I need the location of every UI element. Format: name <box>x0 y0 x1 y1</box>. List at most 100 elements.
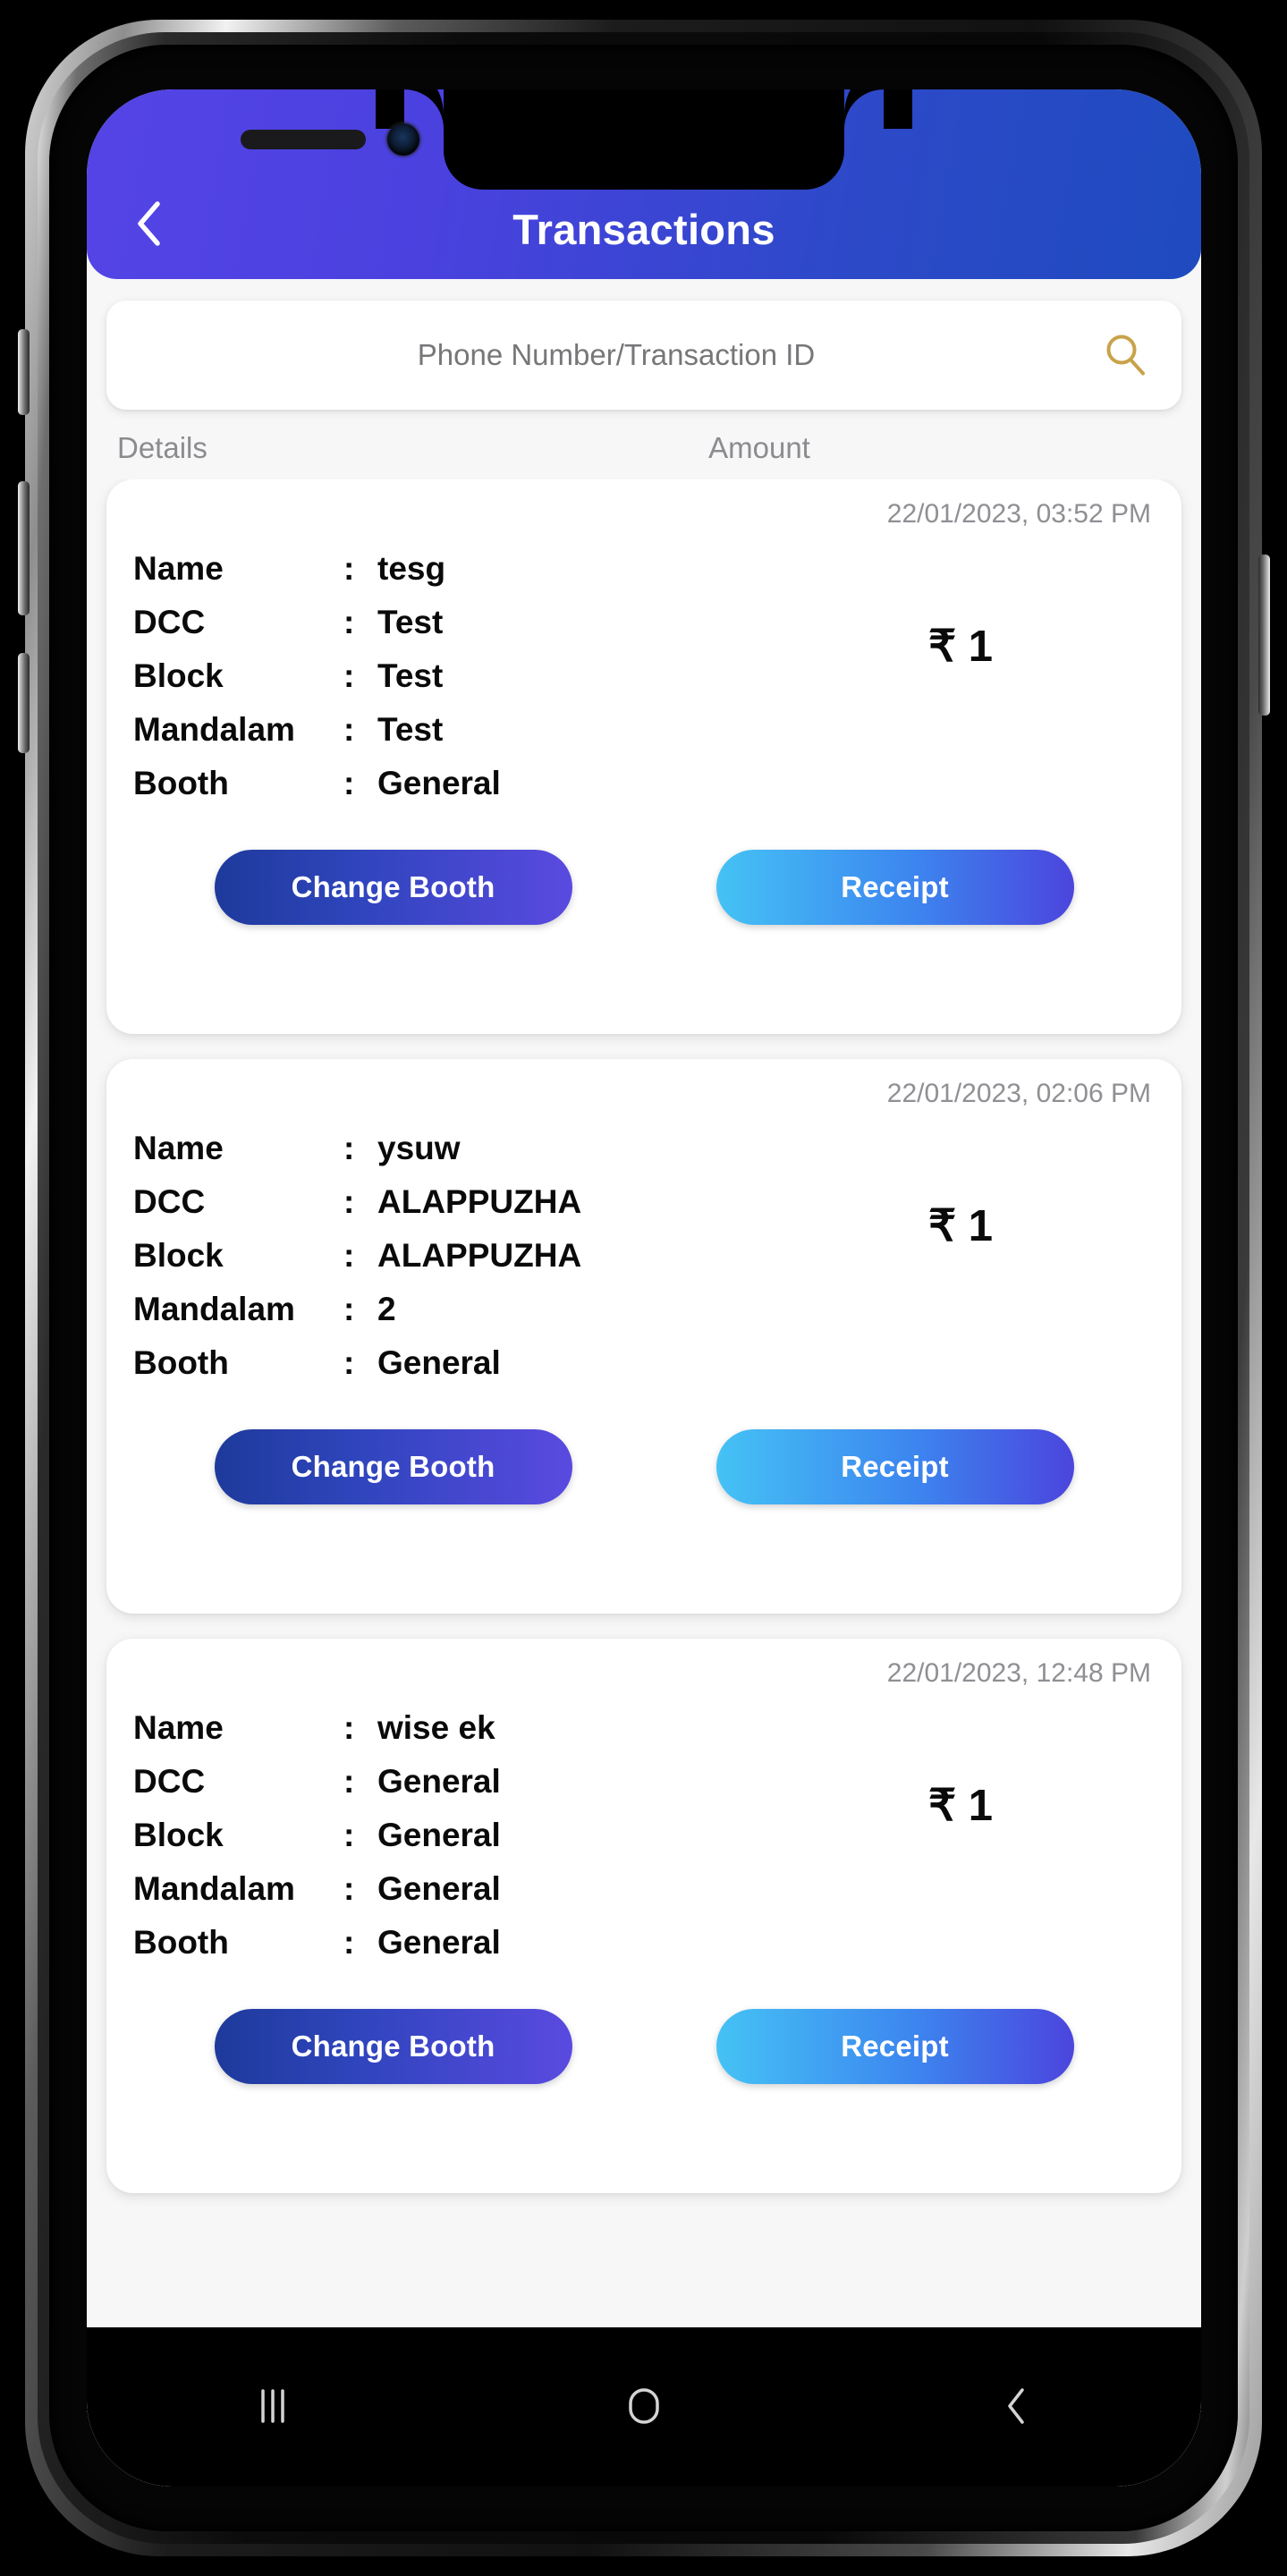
transaction-amount: ₹ 1 <box>927 623 994 671</box>
phone-mockup: Transactions Details Amount <box>0 0 1287 2576</box>
field-name: Name : tesg <box>133 542 766 596</box>
field-value-block: ALAPPUZHA <box>377 1236 582 1274</box>
field-mandalam: Mandalam : General <box>133 1862 766 1916</box>
field-colon: : <box>343 764 355 801</box>
back-button[interactable] <box>117 193 180 256</box>
field-colon: : <box>343 1130 355 1166</box>
transactions-screen: Transactions Details Amount <box>87 89 1201 2487</box>
field-label-name: Name <box>133 1709 224 1746</box>
table-row[interactable]: 22/01/2023, 02:06 PM Name : ysuw DCC : A… <box>106 1059 1181 1614</box>
field-colon: : <box>343 1816 355 1853</box>
back-icon <box>989 2380 1041 2435</box>
field-colon: : <box>343 1869 355 1907</box>
field-value-name: ysuw <box>377 1130 461 1166</box>
assistant-button[interactable] <box>18 653 30 753</box>
transaction-fields: Name : wise ek DCC : General Block: Gen… <box>133 1701 766 1970</box>
field-value-block: General <box>377 1816 501 1853</box>
transactions-list[interactable]: 22/01/2023, 03:52 PM Name : tesg DCC : T… <box>87 479 1201 2487</box>
field-block: Block : Test <box>133 649 766 703</box>
field-label-mandalam: Mandalam <box>133 710 295 748</box>
transaction-amount: ₹ 1 <box>927 1202 994 1250</box>
transaction-body: Name : ysuw DCC : ALAPPUZHA Block: ALAP… <box>133 1122 1155 1390</box>
chevron-left-icon <box>133 200 164 250</box>
field-booth: Booth : General <box>133 757 766 810</box>
field-label-block: Block <box>133 1816 224 1853</box>
field-value-booth: General <box>377 764 501 801</box>
transaction-amount: ₹ 1 <box>927 1782 994 1830</box>
table-row[interactable]: 22/01/2023, 03:52 PM Name : tesg DCC : T… <box>106 479 1181 1034</box>
receipt-button[interactable]: Receipt <box>715 1428 1074 1504</box>
search-input[interactable] <box>131 338 1101 372</box>
field-value-block: Test <box>377 657 444 694</box>
field-label-block: Block <box>133 1236 224 1274</box>
change-booth-button[interactable]: Change Booth <box>214 1428 572 1504</box>
transaction-timestamp: 22/01/2023, 02:06 PM <box>886 1079 1151 1108</box>
field-label-block: Block <box>133 657 224 694</box>
column-header-amount: Amount <box>708 431 810 464</box>
field-label-booth: Booth <box>133 1923 229 1961</box>
home-button[interactable] <box>590 2353 698 2461</box>
field-booth: Booth : General <box>133 1336 766 1390</box>
field-dcc: DCC : Test <box>133 596 766 649</box>
volume-up-button[interactable] <box>18 329 30 415</box>
front-camera-icon <box>387 123 419 156</box>
field-label-mandalam: Mandalam <box>133 1290 295 1327</box>
android-navigation-bar <box>87 2327 1201 2487</box>
field-value-booth: General <box>377 1343 501 1381</box>
change-booth-button[interactable]: Change Booth <box>214 849 572 925</box>
transaction-timestamp: 22/01/2023, 12:48 PM <box>886 1658 1151 1688</box>
field-label-dcc: DCC <box>133 1182 206 1220</box>
field-mandalam: Mandalam : 2 <box>133 1283 766 1336</box>
transaction-actions: Change Booth Receipt <box>133 1428 1155 1504</box>
system-back-button[interactable] <box>961 2353 1069 2461</box>
screen-notch <box>444 89 844 190</box>
earpiece-speaker <box>241 130 366 149</box>
field-name: Name : wise ek <box>133 1701 766 1755</box>
field-colon: : <box>343 1923 355 1961</box>
power-button[interactable] <box>1258 555 1270 716</box>
field-label-name: Name <box>133 1130 224 1166</box>
field-colon: : <box>343 710 355 748</box>
field-value-dcc: Test <box>377 603 444 640</box>
list-column-headers: Details Amount <box>87 420 1201 479</box>
search-bar[interactable] <box>106 301 1181 410</box>
field-value-name: tesg <box>377 550 446 587</box>
column-header-details: Details <box>117 431 207 464</box>
field-colon: : <box>343 1709 355 1746</box>
transaction-body: Name : tesg DCC : Test Block: Test Mand… <box>133 542 1155 810</box>
home-icon <box>618 2380 670 2435</box>
field-label-dcc: DCC <box>133 1762 206 1800</box>
page-title: Transactions <box>512 206 775 253</box>
table-row[interactable]: 22/01/2023, 12:48 PM Name : wise ek DCC … <box>106 1639 1181 2193</box>
field-name: Name : ysuw <box>133 1122 766 1175</box>
field-value-dcc: ALAPPUZHA <box>377 1182 582 1220</box>
search-section <box>87 279 1201 420</box>
transaction-body: Name : wise ek DCC : General Block: Gen… <box>133 1701 1155 1970</box>
field-colon: : <box>343 1236 355 1274</box>
recents-button[interactable] <box>219 2353 326 2461</box>
transaction-timestamp: 22/01/2023, 03:52 PM <box>886 499 1151 529</box>
phone-screen: Transactions Details Amount <box>87 89 1201 2487</box>
field-colon: : <box>343 657 355 694</box>
field-block: Block : General <box>133 1809 766 1862</box>
receipt-button[interactable]: Receipt <box>715 849 1074 925</box>
change-booth-button[interactable]: Change Booth <box>214 2008 572 2084</box>
field-value-booth: General <box>377 1923 501 1961</box>
field-label-mandalam: Mandalam <box>133 1869 295 1907</box>
volume-down-button[interactable] <box>18 481 30 615</box>
field-colon: : <box>343 1182 355 1220</box>
field-colon: : <box>343 1762 355 1800</box>
field-value-mandalam: General <box>377 1869 501 1907</box>
transaction-fields: Name : ysuw DCC : ALAPPUZHA Block: ALAP… <box>133 1122 766 1390</box>
field-value-mandalam: 2 <box>377 1290 396 1327</box>
transaction-fields: Name : tesg DCC : Test Block: Test Mand… <box>133 542 766 810</box>
transaction-actions: Change Booth Receipt <box>133 849 1155 925</box>
search-icon[interactable] <box>1101 331 1149 379</box>
field-label-booth: Booth <box>133 764 229 801</box>
field-value-name: wise ek <box>377 1709 495 1746</box>
field-label-dcc: DCC <box>133 603 206 640</box>
field-label-name: Name <box>133 550 224 587</box>
field-booth: Booth : General <box>133 1916 766 1970</box>
field-colon: : <box>343 603 355 640</box>
receipt-button[interactable]: Receipt <box>715 2008 1074 2084</box>
